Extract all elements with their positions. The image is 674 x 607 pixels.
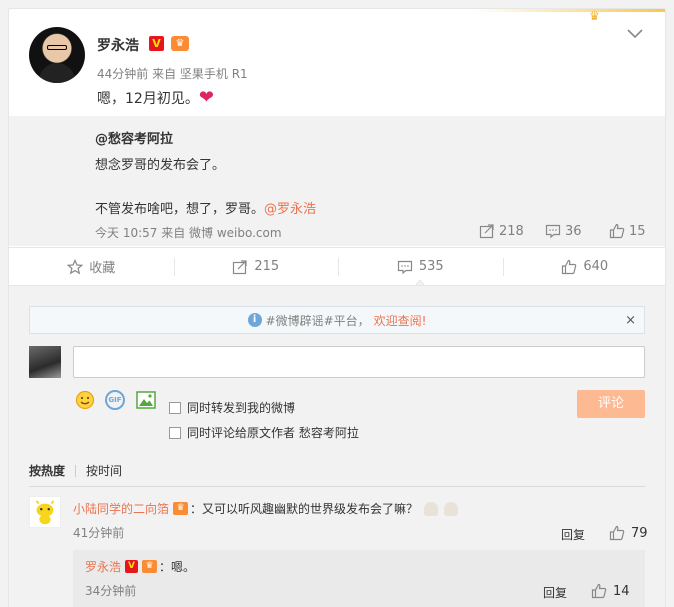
sub-like-button[interactable]: 14 [591,583,630,599]
sort-divider [75,464,77,477]
thumbs-up-icon [562,259,577,274]
commenter-name[interactable]: 小陆同学的二向箔 [73,500,169,517]
info-icon: i [247,313,262,327]
post-content: 嗯，12月初见。❤ [97,87,214,108]
notice-text: #微博辟谣#平台， [265,313,370,328]
author-name[interactable]: 罗永浩 [97,35,139,55]
comment-to-author-checkbox[interactable]: 同时评论给原文作者 愁容考阿拉 [169,424,359,441]
mention-link[interactable]: @罗永浩 [264,202,316,217]
comment-sort-bar: 按热度 按时间 [29,462,122,479]
member-gold-strip [475,9,665,12]
sub-comment: 罗永浩 V ♛ ：嗯。 34分钟前 回复 14 [73,550,645,607]
reposted-repost-count-text: 218 [499,223,524,239]
post-text: 嗯，12月初见。 [97,91,199,107]
reposted-like-count-text: 15 [629,223,646,239]
post-meta: 44分钟前 来自 坚果手机 R1 [97,67,248,81]
reposted-comment-count-text: 36 [565,223,582,239]
notice-link[interactable]: 欢迎查阅! [374,312,427,329]
member-crown-icon[interactable]: ♛ [173,502,189,515]
reposted-text-line1: 想念罗哥的发布会了。 [95,158,226,173]
ghost-emoji-icon [444,501,459,516]
emoji-icon[interactable] [75,390,95,410]
sort-by-time[interactable]: 按时间 [86,462,122,479]
close-icon[interactable]: × [625,313,636,328]
thumbs-up-icon [591,583,607,599]
comment-count: 535 [418,259,444,274]
checkbox-box[interactable] [169,401,181,414]
checkbox-box[interactable] [169,426,181,439]
favorite-label: 收藏 [89,261,116,276]
rumor-notice-banner: i #微博辟谣#平台， 欢迎查阅! × [29,306,645,334]
reposted-text: 不管发布啥吧，想了，罗哥。 [95,202,265,217]
ghost-emoji-icon [424,501,439,516]
like-button[interactable]: 640 [502,248,666,285]
reposted-repost-count[interactable]: 218 [479,223,524,239]
sort-by-hot[interactable]: 按热度 [29,462,65,479]
comment-icon [397,260,412,274]
submit-comment-button[interactable]: 评论 [577,390,645,418]
share-icon [479,224,494,239]
image-icon[interactable] [136,391,156,409]
commenter-avatar[interactable] [29,496,61,528]
divider [29,486,645,487]
reposted-meta: 今天 10:57 来自 微博 weibo.com [95,226,282,240]
comment-like-count: 79 [631,525,648,541]
my-avatar[interactable] [29,346,61,378]
comment-check-label: 同时评论给原文作者 愁容考阿拉 [187,426,359,440]
thumbs-up-icon [609,525,625,541]
member-crown-icon[interactable]: ♛ [171,36,189,51]
comment-line: 小陆同学的二向箔 ♛ ：又可以听风趣幽默的世界级发布会了嘛？ [73,500,459,517]
member-crown-icon[interactable]: ♛ [142,560,158,573]
reposted-like-count[interactable]: 15 [609,223,646,239]
reposted-weibo: @愁容考阿拉 想念罗哥的发布会了。 不管发布啥吧，想了，罗哥。@罗永浩 今天 1… [9,116,665,246]
chevron-down-icon[interactable] [627,27,647,41]
sub-comment-text: ：嗯。 [159,560,196,574]
verified-badge-icon[interactable]: V [149,36,164,51]
gif-icon[interactable]: GIF [105,390,125,410]
like-count: 640 [583,259,609,274]
reply-button[interactable]: 回复 [561,526,585,543]
repost-to-my-weibo-checkbox[interactable]: 同时转发到我的微博 [169,399,295,416]
crown-icon: ♛ [589,9,600,23]
sub-like-count: 14 [613,583,630,599]
weibo-post-card: ♛ 罗永浩 V ♛ 44分钟前 来自 坚果手机 R1 嗯，12月初见。❤ @愁容… [8,8,666,607]
comment-like-button[interactable]: 79 [609,525,648,541]
comment-section: i #微博辟谣#平台， 欢迎查阅! × GIF 同时转发到我的微博 同时评论给原文… [9,285,665,607]
sub-reply-button[interactable]: 回复 [543,584,567,601]
favorite-button[interactable]: 收藏 [9,248,174,285]
thumbs-up-icon [609,223,625,239]
comment-button[interactable]: 535 [338,248,503,286]
sub-comment-time: 34分钟前 [85,584,137,598]
heart-icon: ❤ [198,87,214,108]
comment-input[interactable] [73,346,645,378]
author-avatar[interactable] [29,27,85,83]
share-icon [233,259,247,274]
verified-badge-icon[interactable]: V [125,560,139,573]
repost-count: 215 [254,259,280,274]
sub-commenter-name[interactable]: 罗永浩 [85,558,121,575]
reposted-author[interactable]: @愁容考阿拉 [95,128,173,147]
reposted-text-line2: 不管发布啥吧，想了，罗哥。@罗永浩 [95,198,316,217]
reposted-comment-count[interactable]: 36 [545,223,582,239]
comment-text: ：又可以听风趣幽默的世界级发布会了嘛？ [190,502,419,516]
comment-icon [545,224,561,239]
comment-time: 41分钟前 [73,526,125,540]
sub-comment-line: 罗永浩 V ♛ ：嗯。 [85,558,195,575]
repost-check-label: 同时转发到我的微博 [187,401,296,415]
post-action-bar: 收藏 215 535 640 [9,247,666,286]
repost-button[interactable]: 215 [173,248,339,285]
star-icon [67,258,84,274]
